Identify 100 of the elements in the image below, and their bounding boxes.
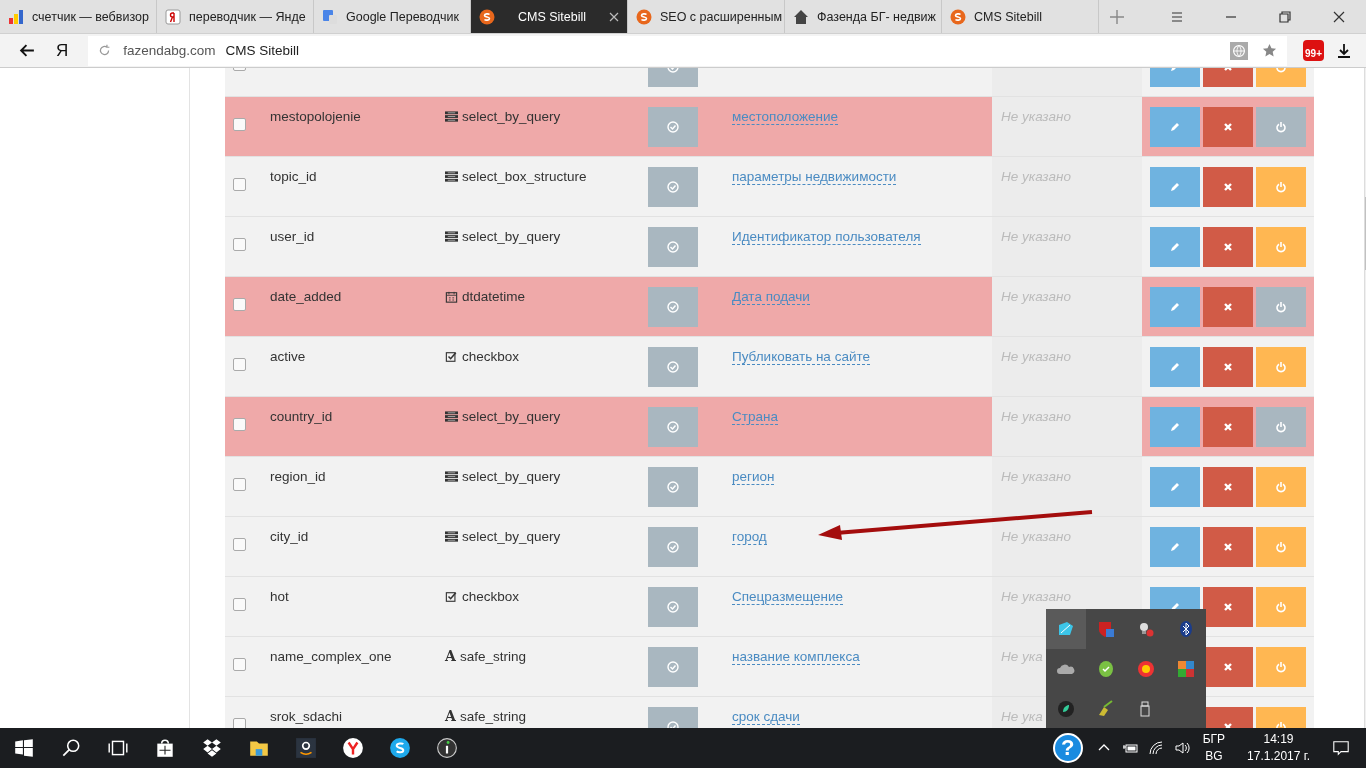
power-button[interactable] [1256, 167, 1306, 207]
field-name: mestopolojenie [270, 109, 361, 124]
browser-tab[interactable]: счетчик — вебвизор [0, 0, 157, 33]
field-title-link[interactable]: срок сдачи [732, 709, 800, 725]
chat-app-icon[interactable] [389, 737, 411, 759]
close-icon [1222, 541, 1234, 553]
browser-tab[interactable]: CMS Sitebill [942, 0, 1099, 33]
browser-tab[interactable]: Фазенда БГ- недвиж [785, 0, 942, 33]
field-name: name_complex_one [270, 649, 392, 664]
power-button[interactable] [1256, 227, 1306, 267]
list-icon [445, 471, 458, 483]
row-checkbox[interactable] [233, 418, 246, 431]
row-checkbox[interactable] [233, 238, 246, 251]
star-icon[interactable] [1262, 43, 1278, 58]
toggle-button[interactable] [648, 287, 698, 327]
toggle-button[interactable] [648, 587, 698, 627]
power-button[interactable] [1256, 107, 1306, 147]
tab-title: SEO с расширенным [660, 9, 783, 24]
row-checkbox[interactable] [233, 478, 246, 491]
row-checkbox[interactable] [233, 298, 246, 311]
globe-icon[interactable] [1230, 41, 1249, 60]
field-title-link[interactable]: параметры недвижимости [732, 169, 897, 185]
delete-button[interactable] [1203, 587, 1253, 627]
check-circle-icon [667, 421, 679, 433]
power-icon [1275, 361, 1287, 373]
field-name: hot [270, 589, 289, 604]
pencil-icon [1169, 181, 1181, 193]
clock-date: 17.1.2017 г. [1247, 748, 1310, 765]
address-field[interactable]: fazendabg.com CMS Sitebill [88, 35, 1288, 66]
delete-button[interactable] [1203, 647, 1253, 687]
field-title-link[interactable]: Публиковать на сайте [732, 349, 870, 365]
toggle-button[interactable] [648, 347, 698, 387]
power-button[interactable] [1256, 347, 1306, 387]
toggle-button[interactable] [648, 227, 698, 267]
start-icon[interactable] [13, 737, 35, 759]
clock-time[interactable]: 14:19 [1263, 731, 1294, 748]
row-checkbox[interactable] [233, 358, 246, 371]
row-checkbox[interactable] [233, 178, 246, 191]
field-title-link[interactable]: Спецразмещение [732, 589, 844, 605]
toggle-button[interactable] [648, 527, 698, 567]
power-button[interactable] [1256, 287, 1306, 327]
toggle-button[interactable] [648, 467, 698, 507]
row-checkbox[interactable] [233, 118, 246, 131]
page-icon [165, 8, 181, 25]
download-icon[interactable] [1336, 42, 1352, 59]
power-button[interactable] [1256, 527, 1306, 567]
browser-logo[interactable]: Я [56, 40, 69, 61]
restore-icon[interactable] [1277, 8, 1293, 25]
power-icon [1275, 541, 1287, 553]
field-type: checkbox [462, 589, 520, 604]
check-circle-icon [667, 541, 679, 553]
flower-icon[interactable] [1136, 659, 1156, 679]
field-type: select_by_query [462, 409, 561, 424]
field-title-link[interactable]: город [732, 529, 767, 545]
wifi-icon[interactable] [1147, 740, 1164, 756]
font-icon: A [445, 709, 456, 724]
field-title-link[interactable]: регион [732, 469, 775, 485]
dropbox-icon[interactable] [201, 737, 223, 759]
power-button[interactable] [1256, 407, 1306, 447]
help-button[interactable]: ? [1052, 733, 1083, 763]
colored-squares-icon[interactable] [1176, 659, 1196, 679]
row-checkbox[interactable] [233, 598, 246, 611]
toggle-button[interactable] [648, 107, 698, 147]
field-name: topic_id [270, 169, 317, 184]
field-type: select_by_query [462, 229, 561, 244]
close-icon[interactable] [609, 11, 619, 22]
list-icon [445, 111, 458, 123]
field-title-link[interactable]: название комплекса [732, 649, 860, 665]
new-tab-icon[interactable] [1109, 8, 1125, 25]
checkbox-icon [445, 351, 458, 363]
circle-app-icon[interactable] [436, 737, 458, 759]
list-icon [445, 231, 458, 243]
power-button[interactable] [1256, 587, 1306, 627]
notification-badge[interactable]: 99+ [1303, 40, 1324, 61]
row-checkbox[interactable] [233, 658, 246, 671]
row-checkbox[interactable] [233, 718, 246, 728]
language-indicator[interactable]: БГР [1202, 731, 1226, 748]
shield-icon[interactable] [1096, 619, 1116, 639]
field-title-link[interactable]: Идентификатор пользователя [732, 229, 921, 245]
toggle-button[interactable] [648, 167, 698, 207]
list-icon [445, 411, 458, 423]
back-icon[interactable] [19, 42, 36, 59]
close-icon [1222, 661, 1234, 673]
browser-app-icon[interactable] [342, 737, 364, 759]
close-icon [1222, 121, 1234, 133]
power-button[interactable] [1256, 467, 1306, 507]
volume-icon[interactable] [1173, 740, 1190, 756]
check-circle-icon [667, 121, 679, 133]
search-icon[interactable] [60, 737, 82, 759]
browser-tab[interactable]: SEO с расширенным [628, 0, 785, 33]
browser-tab[interactable]: переводчик — Янде [157, 0, 314, 33]
notifications-icon[interactable] [1332, 739, 1350, 757]
power-icon [1275, 661, 1287, 673]
store-icon[interactable] [154, 737, 176, 759]
leaf-icon[interactable] [1056, 699, 1076, 719]
power-button[interactable] [1256, 647, 1306, 687]
row-checkbox[interactable] [233, 538, 246, 551]
toggle-button[interactable] [648, 407, 698, 447]
toggle-button[interactable] [648, 647, 698, 687]
browser-tab[interactable]: CMS Sitebill [471, 0, 628, 33]
